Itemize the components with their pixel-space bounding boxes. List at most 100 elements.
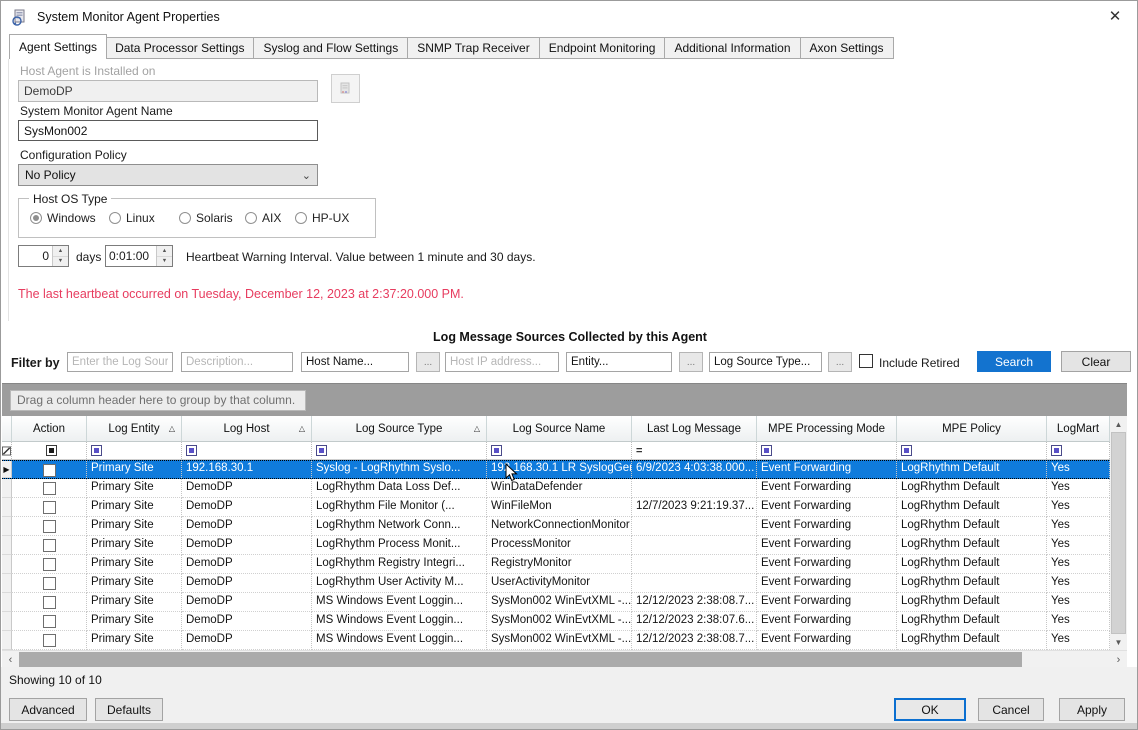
row-checkbox[interactable] bbox=[43, 482, 56, 495]
cell-action[interactable] bbox=[12, 479, 87, 498]
cell-action[interactable] bbox=[12, 574, 87, 593]
filter-cell-mpe-policy[interactable] bbox=[897, 442, 1047, 459]
description-filter-input[interactable] bbox=[181, 352, 293, 372]
table-row[interactable]: Primary SiteDemoDPMS Windows Event Loggi… bbox=[2, 631, 1127, 650]
filter-cell-last-log-message[interactable]: = bbox=[632, 442, 757, 459]
defaults-button[interactable]: Defaults bbox=[95, 698, 163, 721]
tab-axon-settings[interactable]: Axon Settings bbox=[801, 37, 894, 59]
column-header-action[interactable]: Action bbox=[12, 416, 87, 442]
row-selector-cell[interactable] bbox=[2, 498, 12, 517]
filter-cell-log-host[interactable] bbox=[182, 442, 312, 459]
table-row[interactable]: Primary SiteDemoDPMS Windows Event Loggi… bbox=[2, 612, 1127, 631]
cell-action[interactable] bbox=[12, 555, 87, 574]
log-source-type-picker-button[interactable]: ... bbox=[828, 352, 852, 372]
spinner-up-icon[interactable]: ▲ bbox=[53, 246, 68, 257]
os-radio-solaris[interactable]: Solaris bbox=[179, 211, 233, 225]
vertical-scroll-thumb[interactable] bbox=[1111, 432, 1126, 634]
scroll-right-icon[interactable]: › bbox=[1110, 651, 1127, 668]
clear-button[interactable]: Clear bbox=[1061, 351, 1131, 372]
group-by-hint[interactable]: Drag a column header here to group by th… bbox=[10, 390, 306, 411]
filter-cell-log-source-name[interactable] bbox=[487, 442, 632, 459]
column-header-mpe-policy[interactable]: MPE Policy bbox=[897, 416, 1047, 442]
host-ip-filter-input[interactable] bbox=[445, 352, 559, 372]
cell-action[interactable] bbox=[12, 612, 87, 631]
row-selector-cell[interactable] bbox=[2, 555, 12, 574]
horizontal-scrollbar[interactable]: ‹ › bbox=[2, 650, 1127, 667]
row-checkbox[interactable] bbox=[43, 520, 56, 533]
scroll-up-icon[interactable]: ▲ bbox=[1110, 416, 1127, 432]
filter-cell-action[interactable] bbox=[12, 442, 87, 459]
row-checkbox[interactable] bbox=[43, 634, 56, 647]
cell-action[interactable] bbox=[12, 593, 87, 612]
row-selector-cell[interactable] bbox=[2, 612, 12, 631]
row-checkbox[interactable] bbox=[43, 577, 56, 590]
host-name-filter-input[interactable] bbox=[301, 352, 409, 372]
row-checkbox[interactable] bbox=[43, 596, 56, 609]
filter-cell-log-entity[interactable] bbox=[87, 442, 182, 459]
log-source-filter-input[interactable] bbox=[67, 352, 173, 372]
row-checkbox[interactable] bbox=[43, 464, 56, 477]
column-header-log-host[interactable]: Log Host△ bbox=[182, 416, 312, 442]
heartbeat-interval-stepper[interactable]: 0:01:00 ▲▼ bbox=[105, 245, 173, 267]
cell-action[interactable] bbox=[12, 461, 87, 478]
os-radio-linux[interactable]: Linux bbox=[109, 211, 155, 225]
os-radio-hp-ux[interactable]: HP-UX bbox=[295, 211, 349, 225]
column-header-log-source-name[interactable]: Log Source Name bbox=[487, 416, 632, 442]
agent-name-input[interactable] bbox=[18, 120, 318, 141]
filter-cell-row-selector[interactable] bbox=[2, 442, 12, 459]
config-policy-select[interactable]: No Policy ⌄ bbox=[18, 164, 318, 186]
column-header-mpe-processing-mode[interactable]: MPE Processing Mode bbox=[757, 416, 897, 442]
row-selector-cell[interactable] bbox=[2, 517, 12, 536]
tab-data-processor-settings[interactable]: Data Processor Settings bbox=[106, 37, 254, 59]
row-selector-cell[interactable]: ▶ bbox=[2, 461, 12, 478]
row-selector-cell[interactable] bbox=[2, 593, 12, 612]
os-radio-windows[interactable]: Windows bbox=[30, 211, 96, 225]
column-header-log-source-type[interactable]: Log Source Type△ bbox=[312, 416, 487, 442]
column-header-log-entity[interactable]: Log Entity△ bbox=[87, 416, 182, 442]
row-selector-cell[interactable] bbox=[2, 536, 12, 555]
tab-additional-information[interactable]: Additional Information bbox=[665, 37, 800, 59]
table-row[interactable]: Primary SiteDemoDPLogRhythm Process Moni… bbox=[2, 536, 1127, 555]
os-radio-aix[interactable]: AIX bbox=[245, 211, 281, 225]
filter-cell-logmart[interactable] bbox=[1047, 442, 1110, 459]
log-source-type-filter-input[interactable] bbox=[709, 352, 822, 372]
tab-snmp-trap-receiver[interactable]: SNMP Trap Receiver bbox=[408, 37, 539, 59]
apply-button[interactable]: Apply bbox=[1059, 698, 1125, 721]
column-header-last-log-message[interactable]: Last Log Message bbox=[632, 416, 757, 442]
column-header-logmart[interactable]: LogMart bbox=[1047, 416, 1110, 442]
row-checkbox[interactable] bbox=[43, 615, 56, 628]
table-row[interactable]: Primary SiteDemoDPLogRhythm Data Loss De… bbox=[2, 479, 1127, 498]
row-selector-cell[interactable] bbox=[2, 479, 12, 498]
host-name-picker-button[interactable]: ... bbox=[416, 352, 440, 372]
vertical-scrollbar[interactable]: ▲ ▼ bbox=[1110, 416, 1127, 650]
row-selector-cell[interactable] bbox=[2, 574, 12, 593]
cell-action[interactable] bbox=[12, 517, 87, 536]
cell-action[interactable] bbox=[12, 498, 87, 517]
entity-picker-button[interactable]: ... bbox=[679, 352, 703, 372]
close-icon[interactable]: ✕ bbox=[1106, 8, 1124, 26]
row-selector-cell[interactable] bbox=[2, 631, 12, 650]
spinner-up-icon[interactable]: ▲ bbox=[157, 246, 172, 257]
scroll-left-icon[interactable]: ‹ bbox=[2, 651, 19, 668]
entity-filter-input[interactable] bbox=[566, 352, 672, 372]
table-row[interactable]: Primary SiteDemoDPLogRhythm Registry Int… bbox=[2, 555, 1127, 574]
table-row[interactable]: Primary SiteDemoDPLogRhythm File Monitor… bbox=[2, 498, 1127, 517]
row-checkbox[interactable] bbox=[43, 501, 56, 514]
host-browse-button[interactable] bbox=[331, 74, 360, 103]
filter-cell-mpe-processing-mode[interactable] bbox=[757, 442, 897, 459]
table-row[interactable]: Primary SiteDemoDPLogRhythm Network Conn… bbox=[2, 517, 1127, 536]
row-checkbox[interactable] bbox=[43, 558, 56, 571]
cell-action[interactable] bbox=[12, 536, 87, 555]
advanced-button[interactable]: Advanced bbox=[9, 698, 87, 721]
spinner-down-icon[interactable]: ▼ bbox=[157, 257, 172, 267]
heartbeat-days-stepper[interactable]: 0 ▲▼ bbox=[18, 245, 69, 267]
table-row[interactable]: ▶Primary Site192.168.30.1Syslog - LogRhy… bbox=[2, 460, 1127, 479]
table-row[interactable]: Primary SiteDemoDPMS Windows Event Loggi… bbox=[2, 593, 1127, 612]
column-header-row-selector[interactable] bbox=[2, 416, 12, 442]
filter-cell-log-source-type[interactable] bbox=[312, 442, 487, 459]
scroll-down-icon[interactable]: ▼ bbox=[1110, 634, 1127, 650]
tab-endpoint-monitoring[interactable]: Endpoint Monitoring bbox=[540, 37, 666, 59]
ok-button[interactable]: OK bbox=[894, 698, 966, 721]
tab-syslog-and-flow-settings[interactable]: Syslog and Flow Settings bbox=[254, 37, 408, 59]
cell-action[interactable] bbox=[12, 631, 87, 650]
